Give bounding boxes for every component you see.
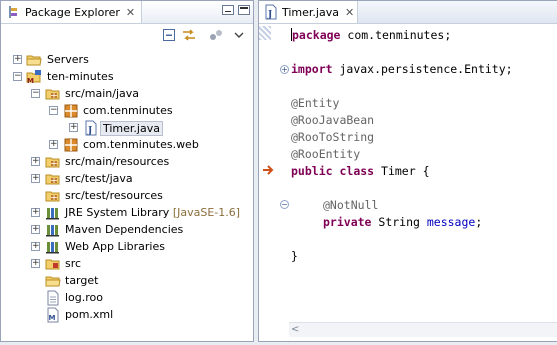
code-line: @RooJavaBean (291, 113, 375, 127)
text-file-icon (45, 290, 61, 306)
jre-version-decoration: [JavaSE-1.6] (172, 206, 241, 219)
keyword: package (292, 28, 341, 42)
package-icon (63, 103, 79, 119)
override-arrow-icon[interactable] (262, 164, 276, 179)
tree-item-label: com.tenminutes (83, 104, 173, 117)
tree-item-label: Web App Libraries (65, 240, 165, 253)
java-file-icon: J (83, 120, 99, 136)
code-text: com.tenminutes; (340, 28, 452, 42)
tree-item-label: ten-minutes (47, 70, 114, 83)
code-line: @RooEntity (291, 147, 361, 161)
tree-item-label: Timer.java (100, 121, 163, 136)
tree-item-label: Servers (47, 53, 89, 66)
maven-project-icon: M (26, 69, 42, 85)
tree-item-text: JRE System Library [JavaSE-1.6] (65, 206, 240, 219)
field-name: message (426, 215, 476, 229)
code-line: import javax.persistence.Entity; (291, 61, 513, 78)
tree-item-label: log.roo (65, 291, 104, 304)
package-explorer-view: Package Explorer ✕ + Servers − M ten-min… (0, 0, 254, 342)
collapse-all-icon[interactable] (161, 27, 177, 43)
folder-icon (45, 256, 61, 272)
svg-text:J: J (267, 10, 272, 20)
expand-plus-icon[interactable]: + (31, 174, 40, 183)
package-explorer-icon (7, 5, 21, 19)
library-icon (45, 205, 61, 221)
library-icon (45, 239, 61, 255)
expand-plus-icon[interactable]: + (49, 140, 58, 149)
keyword: import (291, 62, 333, 76)
horizontal-scrollbar[interactable]: < (289, 322, 557, 337)
tree-item-label: Maven Dependencies (65, 223, 184, 236)
collapse-minus-icon[interactable]: − (49, 106, 58, 115)
code-line: public class Timer { (291, 163, 430, 180)
expand-plus-icon[interactable]: + (69, 123, 78, 132)
collapse-minus-icon[interactable]: − (31, 89, 40, 98)
expand-plus-icon[interactable]: + (31, 208, 40, 217)
tree-item-label: src (65, 257, 82, 270)
link-with-editor-icon[interactable] (181, 27, 197, 43)
package-tree: + Servers − M ten-minutes − src/main/jav… (1, 50, 253, 341)
tree-item-label: src/test/resources (65, 189, 163, 202)
code-text: String (371, 215, 427, 229)
code-area[interactable]: package com.tenminutes; import javax.per… (291, 24, 557, 321)
expand-plus-icon[interactable]: + (13, 55, 22, 64)
view-options-icon[interactable] (209, 27, 225, 43)
code-line: private String message; (323, 214, 482, 231)
code-text: javax.persistence.Entity; (332, 62, 513, 76)
expand-plus-icon[interactable]: + (31, 225, 40, 234)
explorer-toolbar (1, 23, 253, 47)
tree-item-label: src/test/java (65, 172, 133, 185)
code-line: @NotNull (323, 198, 379, 212)
editor-tab-bar: J Timer.java ✕ (259, 1, 557, 24)
java-editor: J Timer.java ✕ + − package com.tenminute… (258, 0, 557, 342)
svg-text:M: M (49, 314, 56, 322)
expand-fold-icon[interactable]: + (280, 65, 289, 74)
code-line: package com.tenminutes; (291, 27, 451, 44)
code-text: Timer { (374, 164, 430, 178)
xml-file-icon: M (45, 307, 61, 323)
keyword: public (291, 164, 333, 178)
tree-item-label: target (65, 274, 99, 287)
collapse-fold-icon[interactable]: − (280, 200, 289, 209)
java-file-icon: J (264, 4, 278, 20)
keyword: private (323, 215, 372, 229)
tree-item-label: src/main/resources (65, 155, 170, 168)
source-folder-icon (45, 188, 61, 204)
current-line-marker (259, 26, 271, 40)
source-folder-icon (45, 154, 61, 170)
tree-item-label: src/main/java (65, 87, 140, 100)
tab-package-explorer[interactable]: Package Explorer ✕ (1, 1, 142, 23)
tab-timer-java-label: Timer.java (282, 5, 339, 19)
code-line: @RooToString (291, 130, 375, 144)
close-icon[interactable]: ✕ (345, 6, 354, 19)
collapse-minus-icon[interactable]: − (13, 72, 22, 81)
close-icon[interactable]: ✕ (126, 6, 135, 19)
source-folder-icon (45, 171, 61, 187)
package-icon (63, 137, 79, 153)
code-line: } (291, 249, 298, 263)
tree-item-label: com.tenminutes.web (83, 138, 199, 151)
tree-item-label: JRE System Library (65, 206, 170, 219)
expand-plus-icon[interactable]: + (31, 242, 40, 251)
svg-text:M: M (27, 77, 34, 85)
minimize-button[interactable] (222, 5, 234, 15)
folding-gutter: + − (263, 24, 289, 321)
code-text: ; (475, 215, 483, 229)
source-folder-icon (45, 86, 61, 102)
svg-text:J: J (87, 126, 92, 136)
maximize-button[interactable] (238, 5, 250, 15)
scroll-left-arrow-icon[interactable]: < (291, 324, 299, 335)
explorer-tab-bar: Package Explorer ✕ (1, 1, 253, 24)
folder-icon (26, 52, 42, 68)
expand-plus-icon[interactable]: + (31, 157, 40, 166)
library-icon (45, 222, 61, 238)
folder-icon (45, 273, 61, 289)
expand-plus-icon[interactable]: + (31, 259, 40, 268)
keyword: class (339, 164, 375, 178)
view-menu-chevron-down-icon[interactable] (231, 27, 247, 43)
code-line: @Entity (291, 96, 340, 110)
tab-timer-java[interactable]: J Timer.java ✕ (259, 1, 358, 23)
tree-item-label: pom.xml (65, 308, 114, 321)
tab-package-explorer-label: Package Explorer (25, 5, 120, 19)
